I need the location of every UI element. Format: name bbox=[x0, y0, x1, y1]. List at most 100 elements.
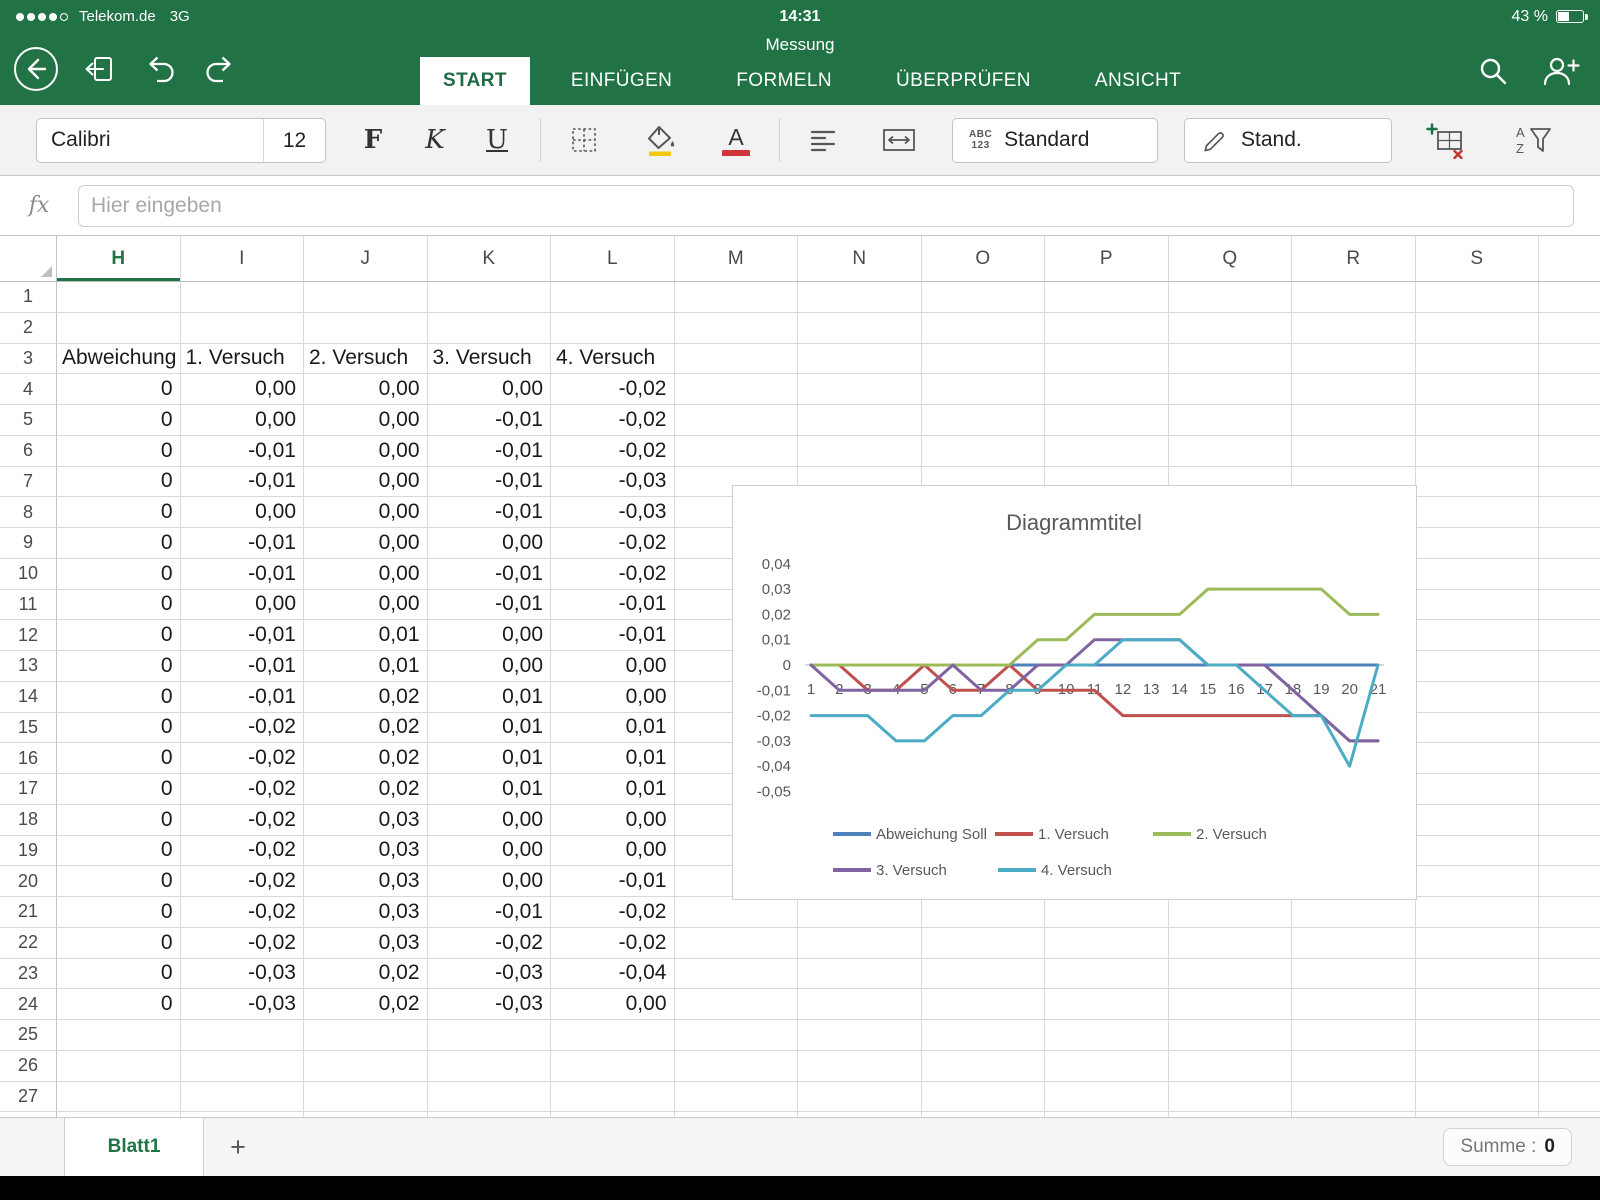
cell-L19[interactable]: 0,00 bbox=[551, 835, 675, 867]
cell-P2[interactable] bbox=[1045, 312, 1169, 344]
cell-H1[interactable] bbox=[57, 282, 181, 313]
cell-O22[interactable] bbox=[921, 927, 1045, 959]
cell-J11[interactable]: 0,00 bbox=[304, 589, 428, 621]
cell-J4[interactable]: 0,00 bbox=[304, 374, 428, 405]
cell-L4[interactable]: -0,02 bbox=[551, 374, 675, 405]
cell-M22[interactable] bbox=[674, 927, 798, 959]
cell-H6[interactable]: 0 bbox=[57, 435, 181, 467]
select-all-corner[interactable] bbox=[0, 236, 57, 281]
cell-K21[interactable]: -0,01 bbox=[427, 897, 551, 928]
cell-L21[interactable]: -0,02 bbox=[551, 897, 675, 928]
cell-J16[interactable]: 0,02 bbox=[304, 743, 428, 774]
cell-S5[interactable] bbox=[1415, 405, 1539, 436]
cell-Q22[interactable] bbox=[1168, 927, 1292, 959]
row-header-12[interactable]: 12 bbox=[0, 620, 57, 651]
cell-O21[interactable] bbox=[921, 897, 1045, 928]
cell-I10[interactable]: -0,01 bbox=[180, 558, 304, 590]
cell-H23[interactable]: 0 bbox=[57, 958, 181, 990]
cell-partial-4[interactable] bbox=[1539, 374, 1600, 405]
cell-P3[interactable] bbox=[1045, 343, 1169, 375]
cell-K23[interactable]: -0,03 bbox=[427, 958, 551, 990]
cell-H5[interactable]: 0 bbox=[57, 405, 181, 436]
cell-S8[interactable] bbox=[1415, 497, 1539, 528]
cell-K1[interactable] bbox=[427, 282, 551, 313]
row-header-16[interactable]: 16 bbox=[0, 743, 57, 774]
column-header-P[interactable]: P bbox=[1045, 236, 1169, 281]
cell-S21[interactable] bbox=[1415, 897, 1539, 928]
cell-N21[interactable] bbox=[798, 897, 922, 928]
cell-L6[interactable]: -0,02 bbox=[551, 435, 675, 467]
cell-S4[interactable] bbox=[1415, 374, 1539, 405]
cell-Q2[interactable] bbox=[1168, 312, 1292, 344]
cell-Q24[interactable] bbox=[1168, 989, 1292, 1020]
row-header-22[interactable]: 22 bbox=[0, 927, 57, 959]
cell-P27[interactable] bbox=[1045, 1081, 1169, 1113]
cell-J24[interactable]: 0,02 bbox=[304, 989, 428, 1020]
cell-J6[interactable]: 0,00 bbox=[304, 435, 428, 467]
cell-S22[interactable] bbox=[1415, 927, 1539, 959]
cell-S12[interactable] bbox=[1415, 620, 1539, 651]
cell-I15[interactable]: -0,02 bbox=[180, 712, 304, 744]
column-header-Q[interactable]: Q bbox=[1169, 236, 1292, 281]
cell-partial-2[interactable] bbox=[1539, 313, 1600, 344]
cell-J13[interactable]: 0,01 bbox=[304, 651, 428, 682]
cell-M6[interactable] bbox=[674, 435, 798, 467]
cell-partial-19[interactable] bbox=[1539, 836, 1600, 867]
cell-R3[interactable] bbox=[1292, 343, 1416, 375]
cell-Q6[interactable] bbox=[1168, 435, 1292, 467]
cell-O3[interactable] bbox=[921, 343, 1045, 375]
cell-R24[interactable] bbox=[1292, 989, 1416, 1020]
cell-L25[interactable] bbox=[551, 1020, 675, 1051]
row-header-6[interactable]: 6 bbox=[0, 435, 57, 467]
cell-I20[interactable]: -0,02 bbox=[180, 866, 304, 897]
cell-K20[interactable]: 0,00 bbox=[427, 866, 551, 897]
cell-H19[interactable]: 0 bbox=[57, 835, 181, 867]
number-format-picker[interactable]: ABC 123 Standard bbox=[952, 117, 1158, 163]
back-button[interactable] bbox=[14, 47, 58, 91]
cell-partial-18[interactable] bbox=[1539, 805, 1600, 836]
search-button[interactable] bbox=[1476, 54, 1510, 88]
row-header-18[interactable]: 18 bbox=[0, 804, 57, 836]
cell-L14[interactable]: 0,00 bbox=[551, 681, 675, 713]
cell-J27[interactable] bbox=[304, 1081, 428, 1113]
cell-P5[interactable] bbox=[1045, 405, 1169, 436]
cell-J2[interactable] bbox=[304, 312, 428, 344]
cell-Q27[interactable] bbox=[1168, 1081, 1292, 1113]
cell-H13[interactable]: 0 bbox=[57, 651, 181, 682]
row-header-21[interactable]: 21 bbox=[0, 897, 57, 928]
cell-S26[interactable] bbox=[1415, 1050, 1539, 1082]
column-header-K[interactable]: K bbox=[428, 236, 551, 281]
cell-J7[interactable]: 0,00 bbox=[304, 466, 428, 498]
cell-O1[interactable] bbox=[921, 282, 1045, 313]
cell-S6[interactable] bbox=[1415, 435, 1539, 467]
cell-I22[interactable]: -0,02 bbox=[180, 927, 304, 959]
cell-S1[interactable] bbox=[1415, 282, 1539, 313]
cell-O24[interactable] bbox=[921, 989, 1045, 1020]
row-header-19[interactable]: 19 bbox=[0, 835, 57, 867]
cell-K14[interactable]: 0,01 bbox=[427, 681, 551, 713]
cell-O6[interactable] bbox=[921, 435, 1045, 467]
cell-I3[interactable]: 1. Versuch bbox=[180, 343, 304, 375]
cell-K10[interactable]: -0,01 bbox=[427, 558, 551, 590]
cell-N23[interactable] bbox=[798, 958, 922, 990]
cell-L22[interactable]: -0,02 bbox=[551, 927, 675, 959]
cell-P4[interactable] bbox=[1045, 374, 1169, 405]
row-header-24[interactable]: 24 bbox=[0, 989, 57, 1020]
cell-Q23[interactable] bbox=[1168, 958, 1292, 990]
cell-S23[interactable] bbox=[1415, 958, 1539, 990]
cell-partial-8[interactable] bbox=[1539, 497, 1600, 528]
cell-H14[interactable]: 0 bbox=[57, 681, 181, 713]
cell-K15[interactable]: 0,01 bbox=[427, 712, 551, 744]
column-header-M[interactable]: M bbox=[675, 236, 798, 281]
cell-M21[interactable] bbox=[674, 897, 798, 928]
cell-K12[interactable]: 0,00 bbox=[427, 620, 551, 651]
cell-partial-21[interactable] bbox=[1539, 897, 1600, 928]
cell-J26[interactable] bbox=[304, 1050, 428, 1082]
cell-H9[interactable]: 0 bbox=[57, 528, 181, 559]
cell-J1[interactable] bbox=[304, 282, 428, 313]
cell-J5[interactable]: 0,00 bbox=[304, 405, 428, 436]
cell-I5[interactable]: 0,00 bbox=[180, 405, 304, 436]
cell-I1[interactable] bbox=[180, 282, 304, 313]
row-header-23[interactable]: 23 bbox=[0, 958, 57, 990]
cell-partial-10[interactable] bbox=[1539, 559, 1600, 590]
